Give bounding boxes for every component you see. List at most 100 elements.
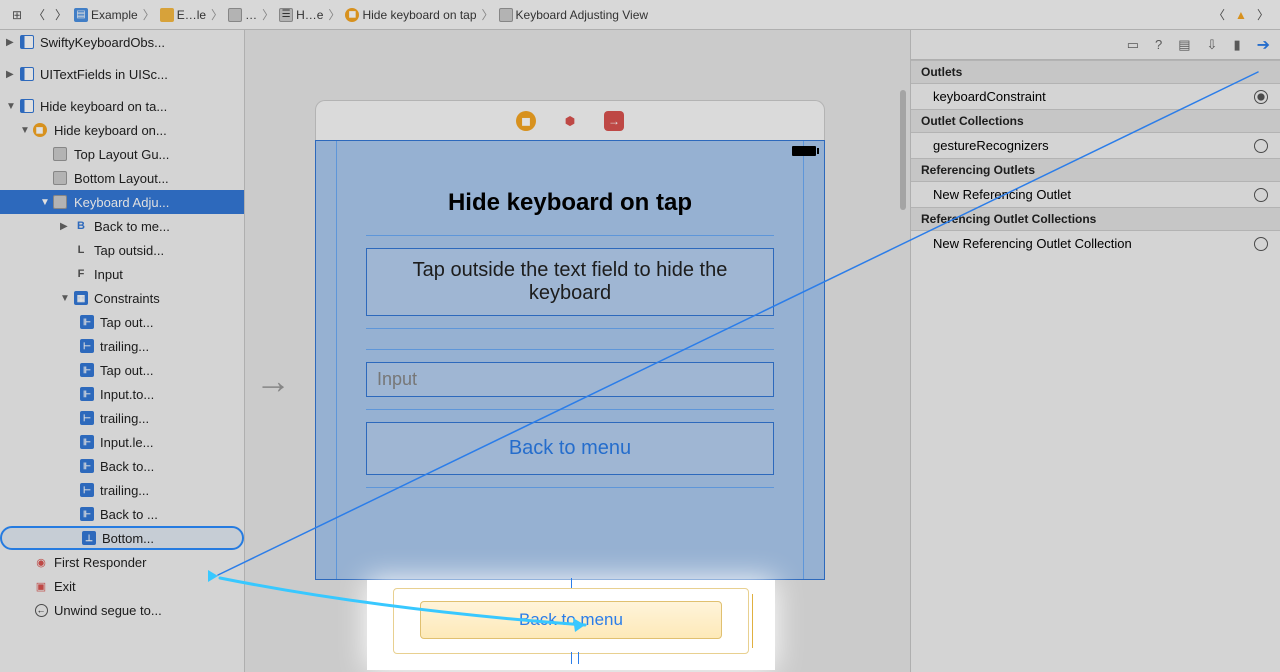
identity-inspector-icon[interactable]: ▤ [1178,37,1190,53]
crumb-view[interactable]: Keyboard Adjusting View [516,8,649,22]
outline-scene-1[interactable]: ▶SwiftyKeyboardObs... [0,30,244,54]
new-referencing-outlet-collection[interactable]: New Referencing Outlet Collection [911,231,1280,256]
guide-line [366,349,774,350]
crumb-project[interactable]: Example [91,8,138,22]
chevron-icon: 〉 [325,6,343,23]
connections-inspector-icon[interactable]: ➔ [1257,35,1270,55]
outline-constraint-1[interactable]: ⊩Tap out... [0,310,244,334]
ib-canvas[interactable]: → ◼ ⬢ → Hide keyboard on tap Tap outside… [245,30,910,672]
outline-scene-3[interactable]: ▼Hide keyboard on ta... [0,94,244,118]
size-inspector-icon[interactable]: ▮ [1233,37,1240,53]
input-textfield[interactable]: Input [366,362,774,397]
outline-input[interactable]: FInput [0,262,244,286]
storyboard-icon [20,67,34,81]
outlet-connector-icon[interactable] [1254,139,1268,153]
chevron-icon: 〉 [479,6,497,23]
outlet-gesture-recognizers[interactable]: gestureRecognizers [911,133,1280,158]
guide-line [366,487,774,488]
exit-icon: ▣ [32,578,50,594]
outlet-connector-filled-icon[interactable] [1254,90,1268,104]
constraint-icon: ⊢ [80,339,94,353]
view-icon [499,8,513,22]
outline-constraint-3[interactable]: ⊩Tap out... [0,358,244,382]
outline-constraint-2[interactable]: ⊢trailing... [0,334,244,358]
scene[interactable]: ◼ ⬢ → Hide keyboard on tap Tap outside t… [315,100,825,580]
outline-constraint-8[interactable]: ⊢trailing... [0,478,244,502]
outline-constraints[interactable]: ▼▦Constraints [0,286,244,310]
outline-label[interactable]: LTap outsid... [0,238,244,262]
scene-body[interactable]: Hide keyboard on tap Tap outside the tex… [315,140,825,580]
referencing-outlet-collections-header: Referencing Outlet Collections [911,207,1280,231]
outline-constraint-9[interactable]: ⊩Back to ... [0,502,244,526]
project-icon: ▤ [74,8,88,22]
outlet-label: keyboardConstraint [933,89,1046,104]
scene-dock[interactable]: ◼ ⬢ → [315,100,825,140]
textfield-badge-icon: F [72,266,90,282]
attributes-inspector-icon[interactable]: ⇩ [1207,37,1218,53]
outline-kav[interactable]: ▼Keyboard Adju... [0,190,244,214]
first-responder-icon[interactable]: ⬢ [560,111,580,131]
back-to-menu-button[interactable]: Back to menu [366,422,774,475]
outline-controller[interactable]: ▼◼Hide keyboard on... [0,118,244,142]
nav-next-icon[interactable]: 〉 [1253,5,1273,25]
entry-arrow-icon[interactable]: → [255,360,291,402]
outline-top-layout[interactable]: Top Layout Gu... [0,142,244,166]
selection-handle-icon[interactable] [571,652,579,664]
outlet-collections-header: Outlet Collections [911,109,1280,133]
outline-back-button[interactable]: ▶BBack to me... [0,214,244,238]
outline-constraint-6[interactable]: ⊩Input.le... [0,430,244,454]
nav-forward-icon[interactable]: 〉 [51,5,71,25]
constraint-icon: ⊩ [80,459,94,473]
related-items-icon[interactable]: ⊞ [7,5,27,25]
chevron-icon: 〉 [140,6,158,23]
view-icon [53,195,67,209]
outline-constraint-5[interactable]: ⊢trailing... [0,406,244,430]
outline-exit[interactable]: ▣Exit [0,574,244,598]
folder-icon [160,8,174,22]
outline-bottom-layout[interactable]: Bottom Layout... [0,166,244,190]
outline-first-responder[interactable]: ◉First Responder [0,550,244,574]
new-referencing-outlet[interactable]: New Referencing Outlet [911,182,1280,207]
crumb-sb[interactable]: H…e [296,8,323,22]
outlet-label: New Referencing Outlet [933,187,1071,202]
crumb-ellipsis[interactable]: … [245,8,257,22]
breadcrumb[interactable]: ▤Example 〉 E…le 〉 … 〉 ☰H…e 〉 ◼Hide keybo… [72,6,1208,23]
outline-constraint-7[interactable]: ⊩Back to... [0,454,244,478]
outlet-connector-icon[interactable] [1254,237,1268,251]
nav-title: Hide keyboard on tap [316,161,824,235]
constraint-icon: ⊢ [80,483,94,497]
document-outline[interactable]: ▶SwiftyKeyboardObs... ▶UITextFields in U… [0,30,245,672]
exit-icon[interactable]: → [604,111,624,131]
outline-constraint-4[interactable]: ⊩Input.to... [0,382,244,406]
outline-scene-2[interactable]: ▶UITextFields in UISc... [0,62,244,86]
outline-constraint-bottom[interactable]: ⊥Bottom... [0,526,244,550]
size-guide [752,594,753,648]
guide-line [366,409,774,410]
back-to-menu-button-selected[interactable]: Back to menu [420,601,722,639]
outlet-label: gestureRecognizers [933,138,1049,153]
outlet-keyboard-constraint[interactable]: keyboardConstraint [911,84,1280,109]
file-inspector-icon[interactable]: ▭ [1127,37,1139,53]
controller-icon: ◼ [345,8,359,22]
constraint-icon: ⊢ [80,411,94,425]
layout-guide [803,141,804,579]
outlet-connector-icon[interactable] [1254,188,1268,202]
controller-icon[interactable]: ◼ [516,111,536,131]
vertical-scrollbar[interactable] [900,90,906,210]
nav-back-icon[interactable]: 〈 [29,5,49,25]
selection-handle-icon[interactable] [571,578,572,588]
warning-icon[interactable]: ▲ [1231,5,1251,25]
nav-prev-icon[interactable]: 〈 [1209,5,1229,25]
connections-inspector: ▭ ? ▤ ⇩ ▮ ➔ Outlets keyboardConstraint O… [910,30,1280,672]
help-inspector-icon[interactable]: ? [1155,37,1162,52]
file-icon [228,8,242,22]
outline-unwind[interactable]: ←Unwind segue to... [0,598,244,622]
constraint-icon: ⊩ [80,315,94,329]
crumb-folder[interactable]: E…le [177,8,206,22]
guide-line [366,235,774,236]
referencing-outlets-header: Referencing Outlets [911,158,1280,182]
outlet-label: New Referencing Outlet Collection [933,236,1132,251]
instruction-label[interactable]: Tap outside the text field to hide the k… [366,248,774,316]
crumb-scene[interactable]: Hide keyboard on tap [362,8,476,22]
constraint-icon: ⊩ [80,435,94,449]
